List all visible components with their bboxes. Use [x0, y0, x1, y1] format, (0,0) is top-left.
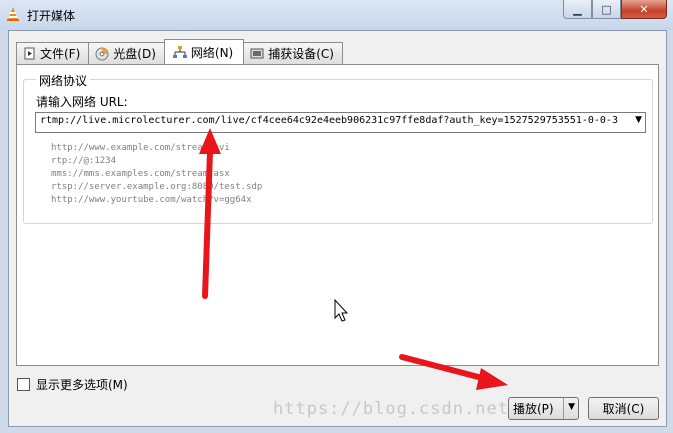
tab-disc[interactable]: 光盘(D) [88, 42, 165, 64]
close-button[interactable]: ✕ [621, 0, 667, 19]
example-url: http://www.example.com/stream.avi [51, 143, 230, 153]
show-more-options[interactable]: 显示更多选项(M) [17, 376, 128, 393]
minimize-icon: ▁ [573, 2, 582, 16]
dialog-body: 文件(F) 光盘(D) 网络(N) 捕获设备(C) 网络协议 请输入网络 URL… [8, 30, 667, 427]
window-controls: ▁ □ ✕ [563, 0, 667, 20]
url-label: 请输入网络 URL: [36, 95, 128, 109]
tab-bar: 文件(F) 光盘(D) 网络(N) 捕获设备(C) [16, 39, 343, 64]
window-title: 打开媒体 [27, 9, 76, 23]
url-examples: http://www.example.com/stream.avi rtp://… [51, 142, 262, 207]
file-icon [24, 47, 35, 60]
example-url: rtp://@:1234 [51, 156, 117, 166]
play-menu-arrow-icon[interactable]: ▼ [568, 402, 575, 412]
play-label: 播放(P) [513, 402, 554, 416]
network-protocol-group: 网络协议 请输入网络 URL: rtmp://live.microlecture… [23, 72, 653, 224]
vlc-cone-icon [7, 7, 19, 21]
dropdown-arrow-icon[interactable]: ▼ [635, 115, 642, 125]
capture-device-icon [250, 48, 264, 59]
tab-file-label: 文件(F) [40, 47, 81, 61]
url-input[interactable]: rtmp://live.microlecturer.com/live/cf4ce… [40, 115, 629, 126]
dialog-footer: 显示更多选项(M) https://blog.csdn.net/lo... 播放… [9, 367, 666, 426]
cancel-label: 取消(C) [602, 402, 645, 416]
show-more-checkbox[interactable] [17, 378, 30, 391]
network-panel: 网络协议 请输入网络 URL: rtmp://live.microlecture… [16, 64, 659, 366]
example-url: http://www.yourtube.com/watch?v=gg64x [51, 195, 252, 205]
group-title: 网络协议 [36, 72, 91, 89]
tab-file[interactable]: 文件(F) [16, 42, 90, 64]
cancel-button[interactable]: 取消(C) [588, 397, 659, 420]
tab-disc-label: 光盘(D) [113, 47, 156, 61]
close-icon: ✕ [639, 2, 649, 16]
url-combobox[interactable]: rtmp://live.microlecturer.com/live/cf4ce… [35, 112, 646, 133]
minimize-button[interactable]: ▁ [563, 0, 592, 19]
maximize-button[interactable]: □ [592, 0, 621, 19]
network-icon [172, 46, 187, 58]
tab-capture-device-label: 捕获设备(C) [268, 47, 334, 61]
maximize-icon: □ [601, 2, 612, 16]
split-divider [563, 398, 564, 419]
show-more-label: 显示更多选项(M) [36, 378, 128, 392]
tab-network[interactable]: 网络(N) [163, 39, 245, 64]
example-url: rtsp://server.example.org:8080/test.sdp [51, 182, 263, 192]
play-button[interactable]: 播放(P) ▼ [508, 397, 579, 420]
disc-icon [95, 47, 109, 60]
example-url: mms://mms.examples.com/stream.asx [51, 169, 230, 179]
tab-capture-device[interactable]: 捕获设备(C) [243, 42, 343, 64]
tab-network-label: 网络(N) [190, 45, 234, 60]
title-bar: 打开媒体 ▁ □ ✕ [0, 0, 673, 30]
